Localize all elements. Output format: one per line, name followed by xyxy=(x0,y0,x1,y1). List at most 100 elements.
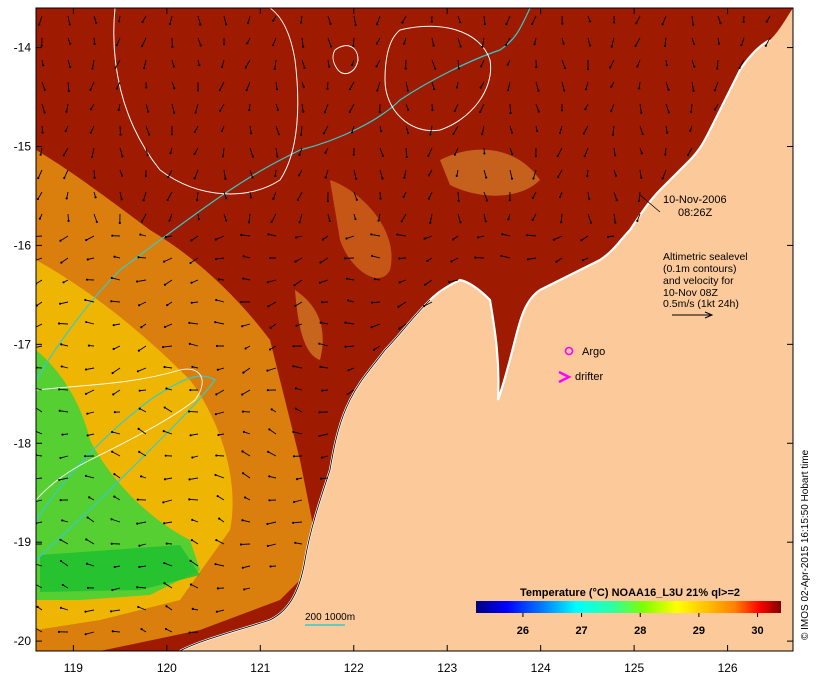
velocity-vector-head xyxy=(667,111,670,114)
velocity-vector-head xyxy=(136,370,140,373)
velocity-vector-head xyxy=(453,109,456,113)
velocity-vector-head xyxy=(246,22,250,25)
velocity-vector-head xyxy=(196,199,199,202)
velocity-vector-head xyxy=(345,237,348,240)
velocity-vector-head xyxy=(586,175,589,178)
velocity-vector-head xyxy=(403,176,406,179)
colorbar-tick-label: 27 xyxy=(575,625,587,637)
velocity-vector-head xyxy=(352,153,355,156)
velocity-vector-head xyxy=(242,277,245,280)
velocity-vector-head xyxy=(138,304,141,307)
velocity-vector-head xyxy=(241,393,244,396)
velocity-vector-head xyxy=(610,45,613,48)
velocity-vector-head xyxy=(65,197,68,200)
velocity-vector-head xyxy=(427,154,430,157)
velocity-vector-head xyxy=(298,221,301,224)
velocity-vector-head xyxy=(433,87,436,91)
velocity-vector-head xyxy=(405,155,408,159)
colorbar-tick-label: 26 xyxy=(517,625,529,637)
velocity-vector-head xyxy=(190,281,193,284)
velocity-vector-head xyxy=(190,539,193,542)
velocity-vector-head xyxy=(534,155,538,158)
velocity-vector-head xyxy=(225,197,228,200)
time-label: 08:26Z xyxy=(678,207,713,219)
velocity-vector-head xyxy=(269,256,272,260)
velocity-vector-head xyxy=(168,22,172,26)
velocity-vector-head xyxy=(59,606,63,609)
velocity-vector-head xyxy=(137,256,140,259)
velocity-vector-head xyxy=(57,630,61,633)
velocity-vector-head xyxy=(199,23,202,26)
velocity-vector-head xyxy=(509,111,512,114)
velocity-vector-head xyxy=(164,235,167,239)
velocity-vector-head xyxy=(661,177,664,180)
velocity-vector-head xyxy=(225,23,228,26)
velocity-vector-head xyxy=(430,20,433,23)
velocity-vector-head xyxy=(636,219,639,222)
velocity-vector-head xyxy=(169,151,172,155)
velocity-vector-head xyxy=(42,64,45,67)
velocity-vector-head xyxy=(481,133,484,136)
velocity-vector-head xyxy=(110,300,113,303)
drifter-legend-label: drifter xyxy=(575,371,603,383)
velocity-vector-head xyxy=(320,456,323,459)
lat-tick-label: -17 xyxy=(14,337,32,351)
velocity-vector-head xyxy=(429,221,432,224)
velocity-vector-head xyxy=(557,175,560,178)
velocity-vector-head xyxy=(640,111,643,114)
velocity-vector-head xyxy=(89,131,92,134)
velocity-vector-head xyxy=(354,217,357,221)
velocity-vector-head xyxy=(161,345,165,349)
velocity-vector-head xyxy=(164,627,168,631)
velocity-vector-head xyxy=(113,565,116,569)
velocity-vector-head xyxy=(765,20,769,23)
velocity-vector-head xyxy=(532,177,535,180)
lon-tick-label: 120 xyxy=(157,661,177,675)
velocity-vector-head xyxy=(217,278,221,281)
velocity-vector-head xyxy=(32,562,34,564)
velocity-vector-head xyxy=(138,407,141,410)
velocity-vector-head xyxy=(84,474,88,477)
velocity-vector-head xyxy=(93,42,96,46)
velocity-vector-head xyxy=(214,413,217,416)
velocity-vector-head xyxy=(145,86,148,89)
velocity-vector-head xyxy=(318,434,321,438)
velocity-vector-head xyxy=(58,478,61,482)
velocity-vector-head xyxy=(370,326,373,329)
velocity-vector-head xyxy=(189,434,192,437)
velocity-vector-head xyxy=(59,302,62,305)
velocity-vector-head xyxy=(249,196,252,199)
velocity-vector-head xyxy=(138,450,141,453)
velocity-vector-head xyxy=(536,129,539,133)
velocity-vector-head xyxy=(40,44,43,47)
lat-tick-label: -20 xyxy=(14,634,32,648)
velocity-vector-head xyxy=(61,433,64,436)
velocity-vector-head xyxy=(144,175,148,178)
velocity-vector-head xyxy=(32,478,34,480)
velocity-vector-head xyxy=(110,610,113,613)
velocity-vector-head xyxy=(396,233,399,236)
velocity-vector-head xyxy=(140,326,143,329)
velocity-vector-head xyxy=(296,198,300,201)
velocity-vector-head xyxy=(188,498,191,501)
velocity-vector-head xyxy=(197,218,200,221)
velocity-vector-head xyxy=(214,563,217,566)
velocity-vector-head xyxy=(268,428,271,431)
velocity-vector-head xyxy=(163,325,167,329)
velocity-vector-head xyxy=(423,304,426,308)
velocity-vector-head xyxy=(67,89,70,93)
velocity-vector-head xyxy=(500,254,503,257)
velocity-vector-head xyxy=(69,65,72,69)
velocity-vector-head xyxy=(216,587,220,590)
velocity-vector-head xyxy=(379,197,382,200)
velocity-vector-head xyxy=(214,321,217,324)
velocity-vector-head xyxy=(214,257,218,261)
velocity-vector-head xyxy=(93,176,96,179)
velocity-vector-head xyxy=(508,199,511,202)
velocity-vector-head xyxy=(354,177,358,180)
velocity-vector-head xyxy=(455,174,458,177)
velocity-vector-head xyxy=(137,427,140,430)
velocity-vector-head xyxy=(214,473,217,477)
velocity-vector-head xyxy=(215,298,218,302)
velocity-vector-head xyxy=(43,111,46,114)
